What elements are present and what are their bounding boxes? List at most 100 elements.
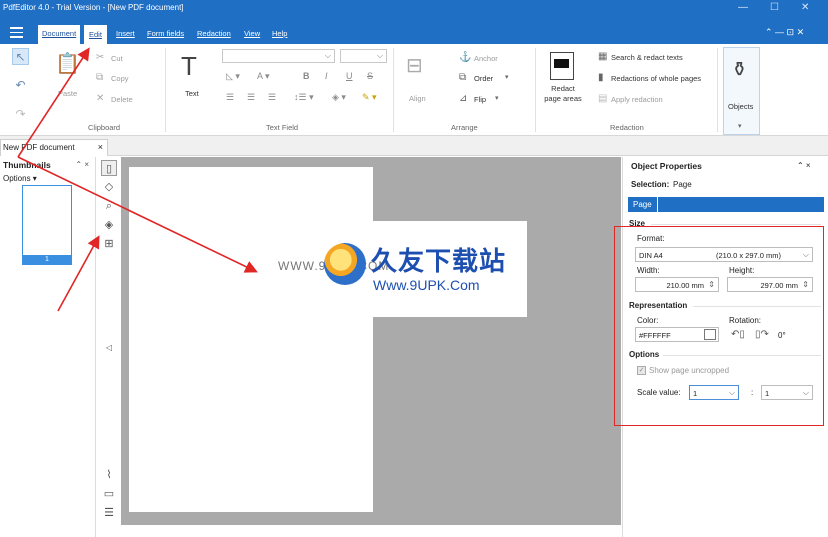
selection-label: Selection:: [631, 180, 670, 189]
document-tab[interactable]: New PDF document ×: [0, 139, 108, 156]
font-size-dropdown[interactable]: ⌵: [340, 49, 387, 63]
delete-icon[interactable]: ✕: [96, 94, 104, 104]
collapse-panel-icon[interactable]: ◁: [101, 340, 117, 356]
text-shape-icon[interactable]: ◺ ▾: [226, 71, 240, 82]
search-redact-button[interactable]: Search & redact texts: [611, 53, 683, 62]
search-redact-icon[interactable]: ▦: [598, 52, 607, 62]
font-family-dropdown[interactable]: ⌵: [222, 49, 335, 63]
paste-icon[interactable]: 📋: [55, 54, 80, 74]
side-icon-strip: ▯ ◇ ⌕ ◈ ⊞ ◁ ⌇ ▭ ☰: [98, 157, 120, 527]
delete-button[interactable]: Delete: [111, 95, 133, 104]
selection-value: Page: [673, 180, 692, 189]
undo-icon[interactable]: ↶: [12, 77, 29, 94]
select-tool-icon[interactable]: ↖: [12, 48, 29, 65]
flip-icon[interactable]: ⊿: [459, 94, 467, 104]
watermark: WWW.9UPK.COM 久友下载站 Www.9UPK.Com: [275, 221, 527, 317]
redact-whole-pages-icon[interactable]: ▮: [598, 73, 604, 83]
paste-button[interactable]: Paste: [58, 89, 77, 98]
close-button[interactable]: ✕: [801, 2, 809, 13]
structure-tree-icon[interactable]: ⊞: [101, 236, 117, 252]
text-field-icon[interactable]: T: [181, 53, 197, 79]
redact-areas-icon[interactable]: [550, 52, 574, 80]
cut-button[interactable]: Cut: [111, 54, 123, 63]
align-center-icon[interactable]: ☰: [247, 92, 255, 103]
tab-document[interactable]: Document: [38, 25, 81, 44]
properties-tab-bar: Page: [628, 197, 824, 212]
ribbon-window-controls[interactable]: ⌃ — ⊡ ✕: [765, 27, 804, 38]
strikethrough-icon[interactable]: S: [367, 71, 373, 81]
objects-icon: ⚱: [731, 59, 748, 81]
text-color-icon[interactable]: A ▾: [257, 71, 270, 82]
cut-icon[interactable]: ✂: [96, 53, 104, 63]
list-icon[interactable]: ☰: [101, 505, 117, 521]
order-button[interactable]: Order: [474, 74, 493, 83]
search-document-icon[interactable]: ⌕: [101, 198, 117, 214]
tab-insert[interactable]: Insert: [112, 25, 139, 44]
maximize-button[interactable]: ☐: [770, 2, 779, 13]
copy-button[interactable]: Copy: [111, 74, 129, 83]
anchor-icon[interactable]: ⚓: [459, 53, 471, 63]
properties-panel-controls[interactable]: ⌃ ×: [797, 161, 811, 170]
window-title: PdfEditor 4.0 - Trial Version - [New PDF…: [3, 3, 184, 12]
thumbnails-panel-controls[interactable]: ⌃ ×: [75, 160, 89, 169]
italic-icon[interactable]: I: [325, 71, 328, 81]
text-field-group-label: Text Field: [266, 123, 299, 132]
fill-color-icon[interactable]: ◈ ▾: [332, 92, 346, 103]
tab-help[interactable]: Help: [268, 25, 291, 44]
annotation-highlight-box: [614, 226, 824, 426]
redact-whole-pages-button[interactable]: Redactions of whole pages: [611, 74, 701, 83]
objects-button[interactable]: ⚱ Objects ▾: [723, 47, 760, 135]
tab-redaction[interactable]: Redaction: [193, 25, 235, 44]
pdf-page[interactable]: [129, 167, 373, 512]
redact-page-areas-button[interactable]: Redact page areas: [542, 84, 584, 104]
align-right-icon[interactable]: ☰: [268, 92, 276, 103]
comments-icon[interactable]: ▭: [101, 486, 117, 502]
minimize-button[interactable]: —: [738, 2, 748, 13]
arrange-group-label: Arrange: [451, 123, 478, 132]
thumbnails-title: Thumbnails: [3, 160, 51, 170]
highlight-icon[interactable]: ✎ ▾: [362, 92, 377, 103]
clipboard-group-label: Clipboard: [88, 123, 121, 132]
page-thumbnail-number: 1: [22, 255, 72, 265]
tab-view[interactable]: View: [240, 25, 264, 44]
line-spacing-icon[interactable]: ↕☰ ▾: [294, 92, 314, 103]
horizontal-scrollbar[interactable]: [121, 525, 621, 537]
apply-redaction-button[interactable]: Apply redaction: [611, 95, 663, 104]
title-bar: PdfEditor 4.0 - Trial Version - [New PDF…: [0, 0, 828, 18]
watermark-url: Www.9UPK.Com: [373, 277, 480, 293]
properties-title: Object Properties: [631, 161, 702, 171]
underline-icon[interactable]: U: [346, 71, 353, 81]
anchor-button[interactable]: Anchor: [474, 54, 498, 63]
align-icon[interactable]: ⊟: [406, 56, 423, 76]
document-tab-label: New PDF document: [3, 143, 75, 152]
objects-label: Objects: [728, 102, 754, 111]
copy-icon[interactable]: ⧉: [96, 73, 103, 83]
bold-icon[interactable]: B: [303, 71, 310, 81]
bookmark-icon[interactable]: ◇: [101, 179, 117, 195]
apply-redaction-icon[interactable]: ▤: [598, 94, 607, 104]
attachment-icon[interactable]: ⌇: [101, 467, 117, 483]
page-thumbnail[interactable]: [22, 185, 72, 256]
thumbnails-options-menu[interactable]: Options ▾: [3, 174, 37, 183]
watermark-chinese-text: 久友下载站: [371, 247, 507, 277]
watermark-logo-icon: [324, 243, 366, 285]
layers-icon[interactable]: ◈: [101, 217, 117, 233]
order-dropdown-icon[interactable]: ▾: [505, 73, 509, 83]
hamburger-menu-icon[interactable]: [10, 27, 23, 38]
redo-icon[interactable]: ↷: [12, 106, 29, 123]
text-button[interactable]: Text: [185, 89, 199, 98]
tab-page[interactable]: Page: [628, 197, 658, 212]
align-button[interactable]: Align: [409, 94, 426, 103]
align-left-icon[interactable]: ☰: [226, 92, 234, 103]
pages-panel-icon[interactable]: ▯: [101, 160, 117, 176]
order-icon[interactable]: ⧉: [459, 73, 466, 83]
flip-button[interactable]: Flip: [474, 95, 486, 104]
thumbnails-panel: Thumbnails ⌃ × Options ▾ 1: [0, 157, 96, 537]
objects-dropdown-icon: ▾: [738, 123, 742, 130]
close-document-icon[interactable]: ×: [98, 142, 103, 152]
redaction-group-label: Redaction: [610, 123, 644, 132]
tab-form-fields[interactable]: Form fields: [143, 25, 188, 44]
tab-edit[interactable]: Edit: [84, 25, 107, 44]
document-canvas[interactable]: [121, 157, 621, 525]
flip-dropdown-icon[interactable]: ▾: [495, 94, 499, 104]
